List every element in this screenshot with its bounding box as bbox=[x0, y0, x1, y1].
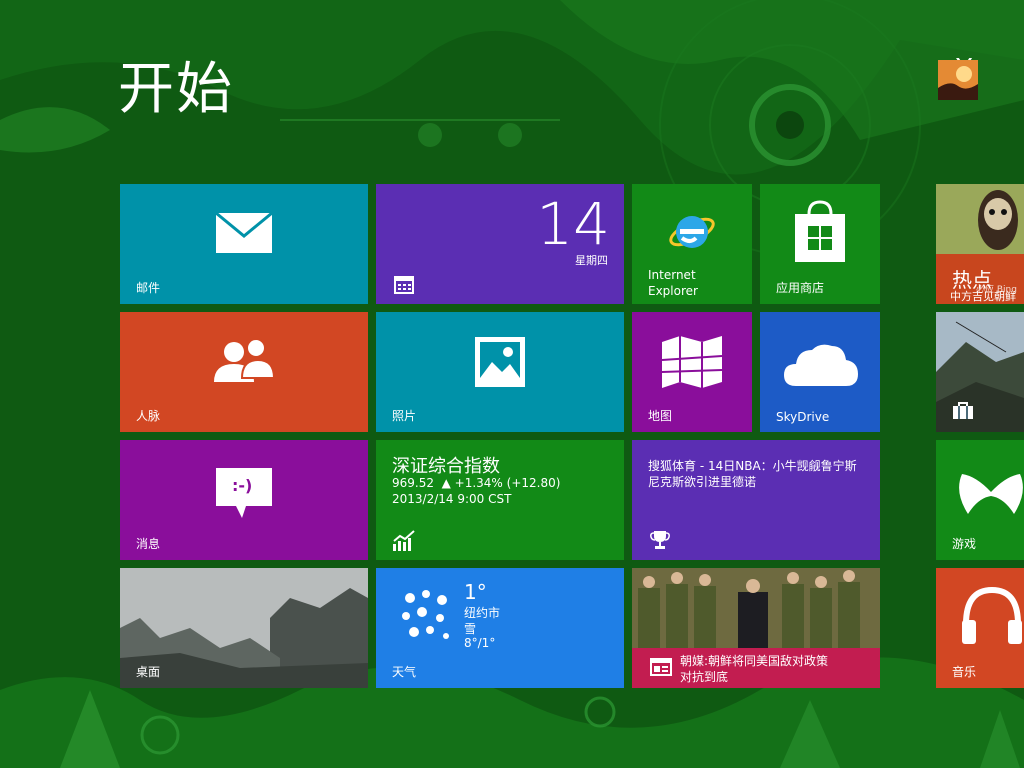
tile-label: 应用商店 bbox=[776, 281, 825, 295]
ie-label-line2: Explorer bbox=[648, 284, 698, 298]
tile-skydrive[interactable]: SkyDrive bbox=[760, 312, 880, 432]
tile-label: 游戏 bbox=[952, 537, 977, 551]
travel-landscape-photo bbox=[936, 312, 1024, 432]
photos-icon bbox=[475, 337, 525, 387]
news-headline-line2: 对抗到底 bbox=[680, 670, 729, 684]
tile-label: 照片 bbox=[392, 409, 417, 423]
weather-city: 纽约市 bbox=[464, 606, 501, 620]
tile-finance[interactable]: 深证综合指数 969.52 ▲ +1.34% (+12.80) 2013/2/1… bbox=[376, 440, 624, 560]
tile-desktop[interactable]: 桌面 bbox=[120, 568, 368, 688]
weather-range: 8°/1° bbox=[464, 636, 496, 650]
tile-label: 桌面 bbox=[136, 665, 161, 679]
tile-photos[interactable]: 照片 bbox=[376, 312, 624, 432]
finance-title: 深证综合指数 bbox=[392, 456, 500, 477]
mail-icon bbox=[215, 212, 273, 253]
tile-music[interactable]: 音乐 bbox=[936, 568, 1024, 688]
tile-bing-news[interactable]: 热点 中方吉见朝鲜 必应 Bing bbox=[936, 184, 1024, 304]
avatar-sunset-image bbox=[938, 60, 978, 100]
suitcase-icon bbox=[953, 402, 973, 419]
tile-news[interactable]: 朝媒:朝鲜将同美国敌对政策 对抗到底 bbox=[632, 568, 880, 688]
finance-chart-icon bbox=[393, 530, 415, 551]
snow-icon bbox=[402, 590, 449, 639]
tile-store[interactable]: 应用商店 bbox=[760, 184, 880, 304]
tile-label: 消息 bbox=[136, 537, 161, 551]
calendar-weekday: 星期四 bbox=[575, 254, 608, 267]
tile-maps[interactable]: 地图 bbox=[632, 312, 752, 432]
tile-calendar[interactable]: 14 星期四 bbox=[376, 184, 624, 304]
tile-label: SkyDrive bbox=[776, 410, 830, 424]
tile-mail[interactable]: 邮件 bbox=[120, 184, 368, 304]
news-photo bbox=[632, 568, 880, 648]
tile-games[interactable]: 游戏 bbox=[936, 440, 1024, 560]
tile-label: 邮件 bbox=[136, 281, 161, 295]
cloud-icon bbox=[784, 344, 858, 386]
tile-label: 音乐 bbox=[952, 665, 977, 679]
tile-travel[interactable] bbox=[936, 312, 1024, 432]
trophy-icon bbox=[650, 531, 670, 549]
internet-explorer-icon bbox=[669, 216, 715, 248]
finance-value: 969.52 ▲ +1.34% (+12.80) bbox=[392, 476, 561, 490]
weather-temp: 1° bbox=[464, 580, 487, 604]
store-bag-icon bbox=[795, 200, 845, 262]
people-icon bbox=[214, 338, 276, 382]
calendar-day: 14 bbox=[536, 190, 610, 258]
start-title: 开始 bbox=[118, 57, 234, 122]
news-headline-line1: 朝媒:朝鲜将同美国敌对政策 bbox=[680, 654, 829, 668]
xbox-icon bbox=[959, 474, 1023, 514]
news-icon bbox=[650, 658, 672, 676]
finance-timestamp: 2013/2/14 9:00 CST bbox=[392, 492, 512, 506]
tile-messaging[interactable]: :-) 消息 bbox=[120, 440, 368, 560]
tile-people[interactable]: 人脉 bbox=[120, 312, 368, 432]
ie-label-line1: Internet bbox=[648, 268, 696, 282]
bing-brand: 必应 Bing bbox=[976, 285, 1017, 295]
calendar-icon bbox=[394, 276, 414, 294]
messaging-emoticon: :-) bbox=[232, 476, 253, 495]
tile-label: 人脉 bbox=[136, 409, 161, 423]
tile-label: 天气 bbox=[392, 665, 417, 679]
weather-condition: 雪 bbox=[464, 622, 477, 636]
tile-sports[interactable]: 搜狐体育 - 14日NBA：小牛觊觎鲁宁斯尼克斯欲引进里德诺 bbox=[632, 440, 880, 560]
tile-label: 地图 bbox=[648, 409, 673, 423]
tile-internet-explorer[interactable]: Internet Explorer bbox=[632, 184, 752, 304]
maps-icon bbox=[661, 336, 723, 388]
user-avatar[interactable] bbox=[938, 60, 978, 100]
tile-weather[interactable]: 1° 纽约市 雪 8°/1° 天气 bbox=[376, 568, 624, 688]
headphones-icon bbox=[962, 586, 1022, 644]
sports-headline: 搜狐体育 - 14日NBA：小牛觊觎鲁宁斯尼克斯欲引进里德诺 bbox=[648, 459, 857, 489]
